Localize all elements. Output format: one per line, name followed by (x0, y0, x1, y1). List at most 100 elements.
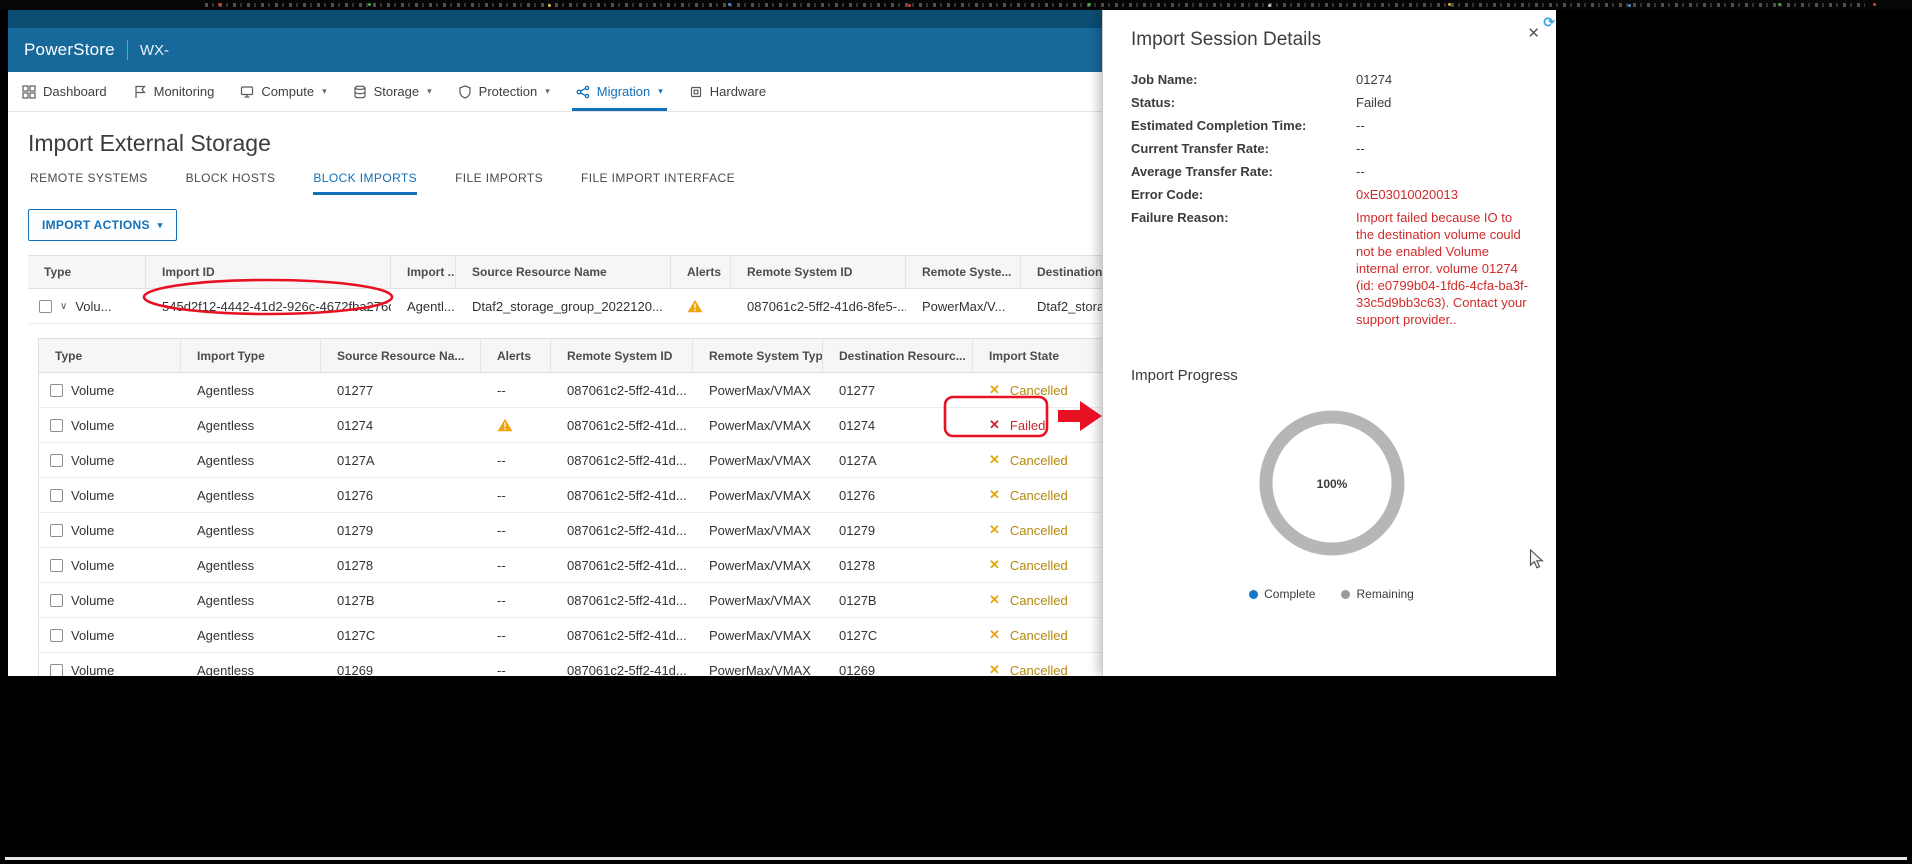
row-checkbox[interactable] (50, 488, 63, 502)
panel-fields: Job Name: 01274 Status: Failed Estimated Com… (1131, 68, 1532, 331)
column-header-import[interactable]: Import ... (391, 256, 456, 288)
migration-icon (576, 85, 590, 99)
column-header-source-resource-na[interactable]: Source Resource Na... (321, 339, 481, 372)
source-resource-value: 0127B (337, 592, 375, 608)
protection-icon (458, 84, 472, 99)
remote-system-type-value: PowerMax/VMAX (709, 452, 811, 468)
column-header-type[interactable]: Type (39, 339, 181, 372)
chevron-down-icon: ▾ (427, 86, 432, 96)
row-checkbox[interactable] (50, 628, 63, 642)
import-state-label: Cancelled (1009, 522, 1068, 538)
destination-resource-value: 0127B (839, 592, 877, 608)
chrome-favicon-dots (218, 3, 221, 6)
nav-item-monitoring[interactable]: Monitoring (133, 72, 214, 111)
destination-resource-value: 0127C (839, 627, 878, 643)
field-label: Status: (1131, 95, 1176, 110)
column-header-source-resource-name[interactable]: Source Resource Name (456, 256, 671, 288)
type-value: Volume (71, 592, 115, 608)
field-label: Failure Reason: (1131, 210, 1229, 225)
nav-item-protection[interactable]: Protection ▾ (458, 72, 550, 111)
column-header-remote-system-type[interactable]: Remote System Type (693, 339, 823, 372)
column-header-import-type[interactable]: Import Type (181, 339, 321, 372)
tab-remote-systems[interactable]: REMOTE SYSTEMS (30, 171, 148, 195)
no-alert-dashes: -- (497, 627, 506, 643)
detail-field-average-transfer-rate: Average Transfer Rate: -- (1131, 160, 1532, 183)
nav-item-label: Dashboard (43, 84, 107, 99)
type-value: Volume (71, 487, 115, 503)
remote-system-id-value: 087061c2-5ff2-41d... (567, 662, 687, 677)
remote-system-type-value: PowerMax/VMAX (709, 592, 811, 608)
nav-item-compute[interactable]: Compute ▾ (240, 72, 327, 111)
import-type-value: Agentless (197, 487, 255, 503)
nav-item-storage[interactable]: Storage ▾ (353, 72, 432, 111)
destination-resource-value: 01269 (839, 662, 876, 677)
alerts-cell: -- (481, 663, 551, 677)
nav-item-label: Hardware (709, 84, 767, 99)
column-header-remote-system-id[interactable]: Remote System ID (551, 339, 693, 372)
remote-system-type-value: PowerMax/VMAX (709, 557, 811, 573)
brand-divider (126, 40, 128, 60)
state-x-icon: ✕ (989, 592, 1000, 607)
remote-system-id-value: 087061c2-5ff2-41d... (567, 557, 687, 573)
monitoring-icon (133, 85, 147, 99)
storage-icon (353, 85, 367, 99)
import-state-label: Cancelled (1009, 452, 1068, 468)
expand-chevron-icon[interactable]: ∨ (60, 301, 67, 312)
import-state-label: Cancelled (1009, 557, 1068, 573)
column-header-import-id[interactable]: Import ID (146, 256, 391, 288)
alerts-cell: -- (481, 593, 551, 608)
row-checkbox[interactable] (50, 523, 63, 537)
nav-item-hardware[interactable]: Hardware (689, 72, 766, 111)
remote-system-id-value: 087061c2-5ff2-41d... (567, 627, 687, 643)
hardware-icon (689, 85, 703, 99)
browser-chrome-sliver (0, 0, 1912, 10)
no-alert-dashes: -- (497, 592, 506, 608)
column-header-alerts[interactable]: Alerts (481, 339, 551, 372)
close-icon[interactable]: ✕ (1527, 24, 1540, 42)
row-checkbox[interactable] (50, 558, 63, 572)
chevron-down-icon: ▾ (157, 219, 163, 230)
legend-item-complete: Complete (1249, 587, 1315, 601)
tab-block-imports[interactable]: BLOCK IMPORTS (313, 171, 418, 195)
destination-resource-value: 01276 (839, 487, 876, 503)
destination-resource-value: 01274 (839, 417, 876, 433)
tab-file-imports[interactable]: FILE IMPORTS (455, 171, 543, 195)
import-progress-heading: Import Progress (1131, 367, 1238, 384)
remote-system-type-value: PowerMax/VMAX (709, 522, 811, 538)
compute-icon (240, 85, 254, 99)
nav-item-dashboard[interactable]: Dashboard (22, 72, 107, 111)
tab-block-hosts[interactable]: BLOCK HOSTS (186, 171, 276, 195)
detail-field-current-transfer-rate: Current Transfer Rate: -- (1131, 137, 1532, 160)
alerts-cell: -- (481, 383, 551, 398)
column-header-destination-resourc[interactable]: Destination Resourc... (823, 339, 973, 372)
field-label: Estimated Completion Time: (1131, 118, 1307, 133)
import-type-value: Agentless (197, 452, 255, 468)
import-state-label: Failed (1009, 417, 1046, 433)
remote-system-id-value: 087061c2-5ff2-41d... (567, 452, 687, 468)
nav-item-migration[interactable]: Migration ▾ (571, 72, 667, 111)
column-header-alerts[interactable]: Alerts (671, 256, 731, 288)
import-type-value: Agentless (197, 627, 255, 643)
remote-system-type-value: PowerMax/VMAX (709, 417, 811, 433)
row-checkbox[interactable] (50, 418, 63, 432)
field-value: -- (1356, 141, 1365, 156)
row-checkbox[interactable] (50, 383, 63, 397)
state-x-icon: ✕ (989, 382, 1000, 397)
row-checkbox[interactable] (50, 593, 63, 607)
column-header-remote-syste[interactable]: Remote Syste... (906, 256, 1021, 288)
detail-field-status: Status: Failed (1131, 91, 1532, 114)
row-checkbox[interactable] (50, 663, 63, 676)
row-checkbox[interactable] (50, 453, 63, 467)
no-alert-dashes: -- (497, 557, 506, 573)
import-actions-button[interactable]: IMPORT ACTIONS ▾ (28, 209, 177, 241)
remote-system-type-value: PowerMax/V... (922, 298, 1006, 314)
nav-item-label: Storage (373, 84, 420, 99)
tab-file-import-interface[interactable]: FILE IMPORT INTERFACE (581, 171, 735, 195)
chart-legend: Complete Remaining (1131, 587, 1532, 601)
column-header-type[interactable]: Type (28, 256, 146, 288)
remote-system-id-value: 087061c2-5ff2-41d... (567, 522, 687, 538)
column-header-remote-system-id[interactable]: Remote System ID (731, 256, 906, 288)
nav-item-label: Migration (596, 84, 651, 99)
product-logo: PowerStore (24, 40, 115, 59)
row-checkbox[interactable] (39, 299, 52, 313)
